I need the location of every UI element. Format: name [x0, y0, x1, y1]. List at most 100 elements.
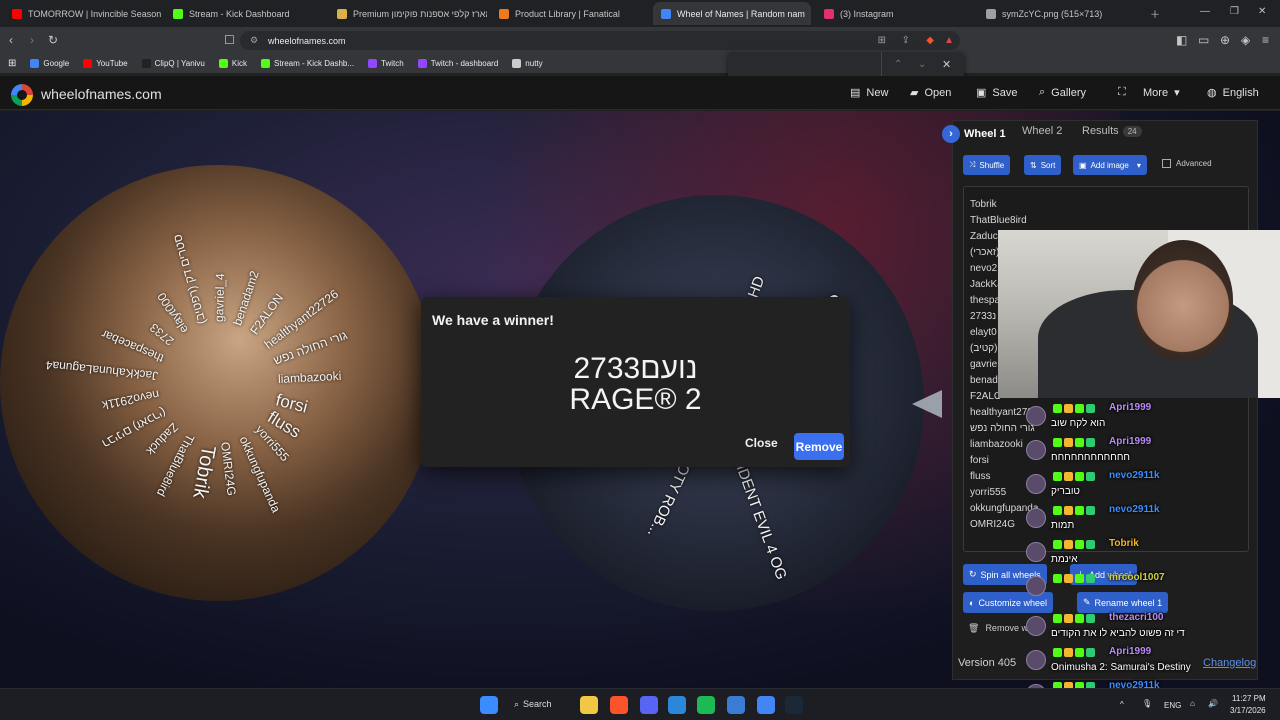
chat-badges: [1053, 648, 1095, 657]
badge-icon: [1064, 540, 1073, 549]
browser-tab[interactable]: (3) Instagram: [816, 2, 974, 25]
badge-icon: [1075, 574, 1084, 583]
sort-button[interactable]: ⇅ Sort: [1024, 155, 1062, 175]
reload-icon[interactable]: ↻: [48, 33, 58, 47]
tab-wheel-2[interactable]: Wheel 2: [1022, 125, 1062, 137]
chat-username: Apri1999: [1109, 646, 1152, 657]
add-image-button[interactable]: ▣ Add image ▾: [1073, 155, 1147, 175]
site-info-icon[interactable]: ⚙: [250, 35, 258, 46]
version-label: Version 405: [958, 657, 1017, 669]
brave-shields-icon[interactable]: ◆: [926, 35, 934, 46]
minimize-button[interactable]: —: [1200, 6, 1210, 17]
address-bar[interactable]: ⚙ wheelofnames.com ⊞ ⇪ ◆ ▲: [240, 31, 960, 50]
shuffle-button[interactable]: ⤨ Shuffle: [963, 155, 1011, 175]
menu-gallery[interactable]: ⌕ Gallery: [1039, 86, 1086, 99]
menu-open[interactable]: ▰ Open: [910, 86, 951, 100]
chrome-icon[interactable]: [757, 696, 775, 714]
restore-button[interactable]: ❐: [1230, 6, 1239, 17]
discord-icon[interactable]: [640, 696, 658, 714]
bookmark-item[interactable]: ClipQ | Yanivu: [141, 59, 205, 68]
browser-tab-strip: TOMORROW | Invincible Season 4 C Stream -…: [0, 0, 1280, 27]
browser-tab[interactable]: symZcYC.png (515×713): [978, 2, 1138, 25]
bookmark-item[interactable]: nutty: [512, 59, 543, 68]
bookmark-label: Stream - Kick Dashb...: [274, 59, 355, 68]
file-explorer-icon[interactable]: [580, 696, 598, 714]
wheel-1[interactable]: [0, 165, 436, 601]
folder-icon: ▰: [910, 87, 919, 99]
badge-icon: [1086, 614, 1095, 623]
browser-tab[interactable]: Stream - Kick Dashboard: [165, 2, 325, 25]
find-next-icon[interactable]: ⌄: [918, 59, 926, 70]
bookmark-item[interactable]: Twitch - dashboard: [417, 59, 498, 68]
brave-icon[interactable]: [610, 696, 628, 714]
bookmark-favicon-icon: [141, 59, 151, 68]
tab-results[interactable]: Results 24: [1082, 125, 1142, 137]
remove-button[interactable]: Remove: [794, 433, 844, 460]
browser-tab[interactable]: TOMORROW | Invincible Season 4 C: [4, 2, 162, 25]
start-icon[interactable]: [480, 696, 498, 714]
rewards-icon[interactable]: ▲: [944, 35, 954, 46]
wallet-icon[interactable]: ▭: [1198, 33, 1209, 47]
taskbar-search[interactable]: ⌕ Search: [514, 699, 552, 710]
bookmark-item[interactable]: Kick: [218, 59, 247, 68]
badge-icon: [1053, 574, 1062, 583]
menu-new[interactable]: ▤ New: [850, 86, 888, 100]
bookmark-item[interactable]: Google: [30, 59, 69, 68]
forward-icon[interactable]: ›: [30, 33, 34, 47]
bookmark-item[interactable]: Stream - Kick Dashb...: [261, 59, 354, 68]
menu-english[interactable]: ◍ English: [1207, 86, 1259, 100]
new-tab-button[interactable]: ＋: [1150, 6, 1160, 21]
install-app-icon[interactable]: ⊞: [878, 35, 886, 46]
bookmark-star-icon[interactable]: ☐: [224, 33, 235, 47]
bookmark-item[interactable]: YouTube: [83, 59, 128, 68]
clock-time[interactable]: 11:27 PM: [1232, 694, 1266, 703]
vpn-icon[interactable]: ⊕: [1220, 33, 1230, 47]
globe-icon: ◍: [1207, 87, 1217, 99]
share-icon[interactable]: ⇪: [902, 35, 910, 46]
badge-icon: [1064, 506, 1073, 515]
checkbox-box[interactable]: [1162, 159, 1171, 168]
entry-line: ThatBlue8ird: [970, 215, 1027, 226]
wheel-pointer-icon: [912, 390, 942, 418]
spotify-icon[interactable]: [697, 696, 715, 714]
close-window-button[interactable]: ✕: [1258, 6, 1266, 17]
caret-down-icon: ▾: [1174, 87, 1180, 99]
sidebar-icon[interactable]: ◧: [1176, 33, 1187, 47]
clock-date[interactable]: 3/17/2026: [1230, 706, 1266, 715]
find-prev-icon[interactable]: ⌃: [894, 59, 902, 70]
close-button[interactable]: Close: [745, 436, 778, 450]
chat-message: thezacri100 די זה פשוט להביא לו את הקודים: [1020, 612, 1280, 646]
badge-icon: [1075, 472, 1084, 481]
bookmark-item[interactable]: Twitch: [368, 59, 404, 68]
find-close-icon[interactable]: ✕: [942, 58, 951, 71]
microphone-icon[interactable]: 🎙: [1142, 699, 1152, 708]
bookmark-favicon-icon: [417, 59, 427, 68]
advanced-checkbox[interactable]: Advanced: [1162, 159, 1212, 168]
browser-tab[interactable]: Product Library | Fanatical: [491, 2, 649, 25]
site-title[interactable]: wheelofnames.com: [41, 86, 162, 102]
wheel-logo-icon[interactable]: [11, 84, 33, 106]
network-icon[interactable]: ⌂: [1190, 699, 1195, 708]
language-indicator[interactable]: ENG: [1164, 701, 1181, 710]
steam-icon[interactable]: [785, 696, 803, 714]
app-icon-2[interactable]: [727, 696, 745, 714]
tab-wheel-1[interactable]: › Wheel 1: [942, 125, 1006, 143]
chat-badges: [1053, 574, 1095, 583]
menu-fullscreen[interactable]: ⛶: [1118, 86, 1132, 99]
tray-chevron-icon[interactable]: ^: [1120, 700, 1124, 709]
browser-tab[interactable]: Wheel of Names | Random nam✕: [653, 2, 811, 25]
apps-icon[interactable]: ⊞: [8, 58, 16, 69]
menu-more[interactable]: More ▾: [1143, 86, 1180, 100]
app-icon[interactable]: [668, 696, 686, 714]
browser-tab[interactable]: Premium מארז קלפי אספנות פוקימון: [329, 2, 487, 25]
menu-icon[interactable]: ≡: [1262, 33, 1269, 47]
chevron-right-icon[interactable]: ›: [942, 125, 960, 143]
shield-icon[interactable]: ◈: [1241, 33, 1250, 47]
menu-save[interactable]: ▣ Save: [976, 86, 1017, 100]
tab-favicon-icon: [337, 8, 347, 19]
sort-icon: ⇅: [1030, 160, 1037, 170]
volume-icon[interactable]: 🔊: [1208, 699, 1218, 708]
badge-icon: [1086, 574, 1095, 583]
back-icon[interactable]: ‹: [9, 33, 13, 47]
webcam-overlay: [998, 230, 1280, 398]
